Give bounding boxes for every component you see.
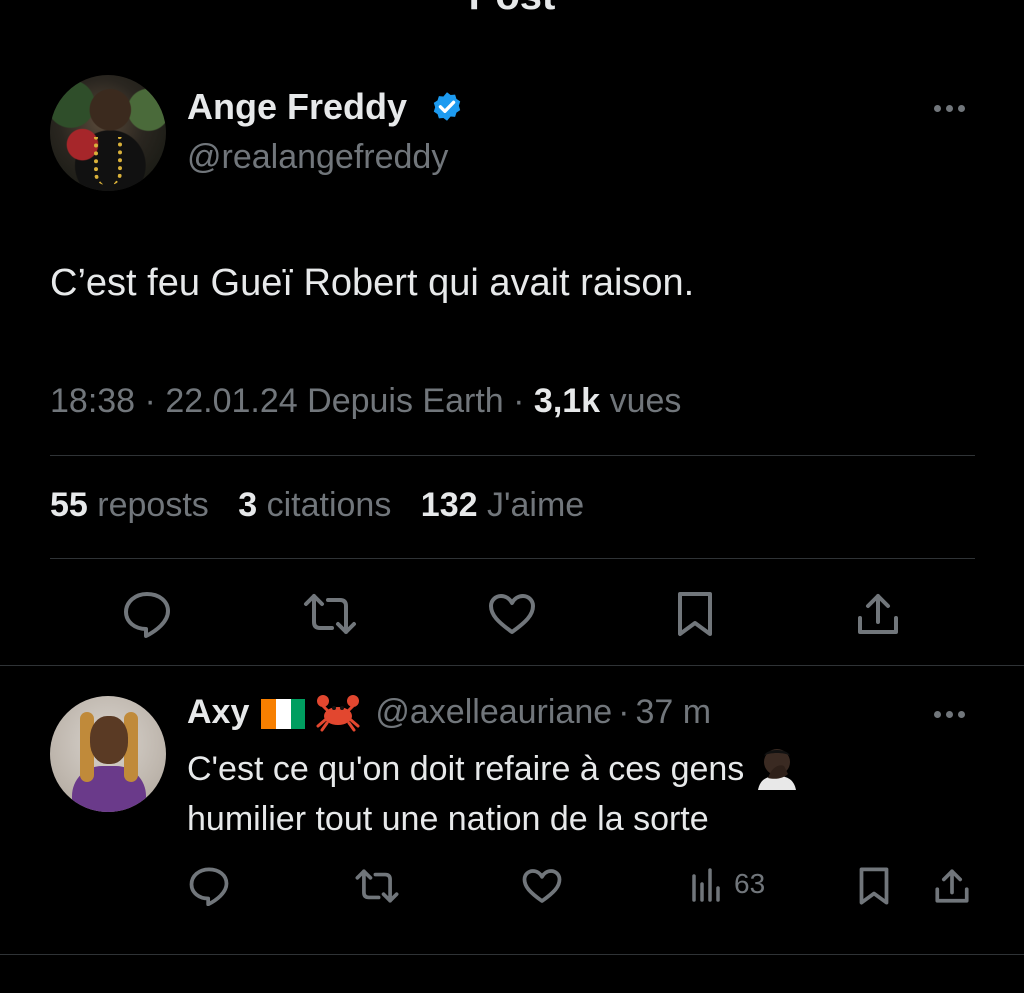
quotes-label: citations	[266, 486, 392, 524]
likes-label: J'aime	[486, 486, 585, 524]
engagement-stats: 55 reposts 3 citations 132 J'aime	[50, 486, 584, 525]
analytics-icon	[692, 868, 720, 902]
author-handle[interactable]: @realangefreddy	[187, 138, 448, 177]
reply-button[interactable]	[122, 590, 172, 638]
meta-separator: ·	[513, 382, 525, 420]
facepalm-emoji-icon	[758, 749, 797, 791]
post-date: 22.01.24	[165, 382, 298, 420]
share-icon	[935, 869, 969, 903]
reply-author-handle[interactable]: @axelleauriane	[375, 693, 612, 732]
reply-more-options-icon[interactable]	[934, 708, 970, 720]
post-text: C’est feu Gueï Robert qui avait raison.	[50, 262, 695, 304]
top-bar: Post	[0, 0, 1024, 20]
post-source: Depuis Earth	[307, 382, 504, 420]
reply-icon	[124, 592, 170, 638]
post-time: 18:38	[50, 382, 136, 420]
page-title: Post	[0, 0, 1024, 19]
reposts-stat[interactable]: 55 reposts	[50, 486, 209, 524]
reply-bookmark-button[interactable]	[858, 866, 890, 906]
reply-repost-button[interactable]	[354, 868, 400, 904]
reply-like-button[interactable]	[522, 868, 562, 904]
author-avatar[interactable]	[50, 75, 166, 191]
meta-separator: ·	[144, 382, 156, 420]
divider	[50, 558, 975, 559]
post-metadata: 18:38 · 22.01.24 Depuis Earth · 3,1k vue…	[50, 382, 681, 421]
like-button[interactable]	[488, 593, 536, 635]
quotes-stat[interactable]: 3 citations	[238, 486, 391, 524]
reply-share-button[interactable]	[934, 866, 970, 906]
reply-time[interactable]: 37 m	[635, 693, 711, 732]
quotes-count: 3	[238, 486, 258, 524]
ivory-coast-flag-icon	[261, 699, 306, 729]
divider	[0, 954, 1024, 955]
verified-badge-icon	[433, 92, 461, 121]
post-detail-screen: Post Ange Freddy @realangefreddy C’est f…	[0, 0, 1024, 993]
bookmark-icon	[859, 867, 889, 905]
reply-text: C'est ce qu'on doit refaire à ces gens h…	[187, 744, 800, 844]
heart-icon	[489, 594, 535, 634]
reply-reply-button[interactable]	[188, 866, 230, 906]
likes-stat[interactable]: 132 J'aime	[421, 486, 584, 524]
views-label: vues	[609, 382, 682, 420]
likes-count: 132	[420, 486, 478, 524]
author-name[interactable]: Ange Freddy	[187, 86, 407, 128]
reply-line-2: humilier tout une nation de la sorte	[187, 800, 709, 839]
share-icon	[858, 594, 898, 634]
reply-header: Axy @axelleauriane · 37 m	[187, 692, 711, 732]
share-button[interactable]	[856, 590, 900, 638]
divider	[50, 455, 975, 456]
reply-views-count: 63	[734, 868, 766, 899]
views-count: 3,1k	[533, 382, 601, 420]
divider	[0, 665, 1024, 666]
reply-author-avatar[interactable]	[50, 696, 166, 812]
bookmark-button[interactable]	[676, 590, 714, 638]
reply-line-1: C'est ce qu'on doit refaire à ces gens	[187, 750, 745, 788]
reply-icon	[189, 867, 229, 906]
repost-icon	[304, 594, 356, 634]
heart-icon	[522, 869, 562, 903]
reply-views-button[interactable]: 63	[690, 866, 765, 902]
crab-icon	[316, 695, 360, 732]
reposts-label: reposts	[97, 486, 209, 524]
bookmark-icon	[678, 592, 712, 636]
reply-author-name[interactable]: Axy	[187, 693, 249, 732]
meta-separator: ·	[618, 692, 630, 731]
repost-icon	[355, 869, 399, 903]
repost-button[interactable]	[302, 592, 358, 636]
more-options-icon[interactable]	[934, 102, 970, 114]
reposts-count: 55	[50, 486, 88, 524]
